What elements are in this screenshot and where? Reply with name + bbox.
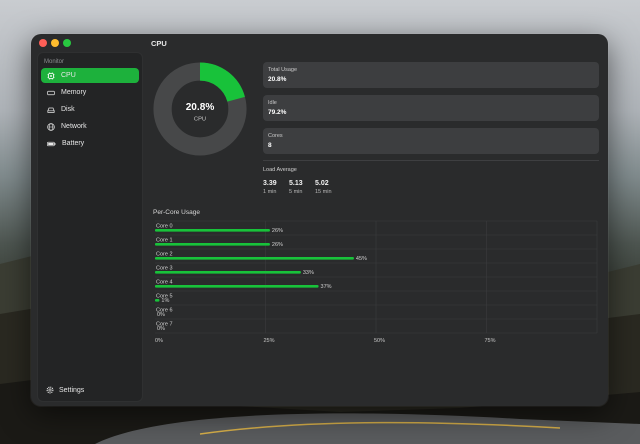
core-value-label: 0% (157, 326, 165, 332)
load-label: 5 min (289, 189, 303, 195)
stat-card-cores: Cores 8 (263, 128, 599, 154)
window-title: CPU (151, 39, 167, 48)
divider (263, 160, 599, 161)
sidebar-item-label: Battery (62, 140, 85, 147)
per-core-title: Per-Core Usage (153, 209, 200, 216)
sidebar-item-label: Memory (61, 89, 87, 96)
sidebar-item-cpu[interactable]: CPU (41, 68, 139, 83)
stat-label: Cores (268, 133, 283, 139)
core-label: Core 1 (156, 238, 173, 244)
stat-value: 79.2% (268, 109, 287, 116)
sidebar-item-disk[interactable]: Disk (41, 102, 139, 117)
load-average-title: Load Average (263, 167, 297, 173)
core-value-label: 26% (272, 242, 283, 248)
maximize-window-button[interactable] (63, 39, 71, 47)
core-label: Core 4 (156, 280, 173, 286)
close-window-button[interactable] (39, 39, 47, 47)
title-bar: CPU (31, 34, 608, 52)
gauge-arc (199, 62, 245, 103)
battery-icon (47, 141, 56, 146)
main-content: 20.8% CPU Total Usage 20.8% Idle 79.2% C… (147, 52, 608, 406)
settings-label: Settings (59, 386, 85, 394)
core-bar (155, 285, 319, 288)
stat-value: 20.8% (268, 76, 287, 83)
core-label: Core 3 (156, 266, 173, 272)
sidebar-item-battery[interactable]: Battery (41, 136, 139, 151)
settings-button[interactable]: Settings (46, 386, 84, 394)
load-value: 5.02 (315, 180, 329, 187)
gauge-value: 20.8% (186, 102, 215, 113)
stat-card-idle: Idle 79.2% (263, 95, 599, 121)
app-window: CPU Monitor CPU Memory Disk Network Batt… (31, 34, 608, 406)
load-average-1min: 3.39 1 min (263, 180, 277, 195)
cpu-usage-gauge: 20.8% CPU (153, 62, 247, 156)
core-bar (155, 271, 301, 274)
axis-tick-label: 50% (374, 338, 385, 344)
sidebar-item-network[interactable]: Network (41, 119, 139, 134)
sidebar-item-label: CPU (61, 72, 76, 79)
core-value-label: 45% (356, 256, 367, 262)
core-value-label: 1% (161, 298, 169, 304)
stat-value: 8 (268, 142, 272, 149)
core-label: Core 0 (156, 224, 173, 230)
gauge-label: CPU (194, 117, 206, 123)
stat-label: Total Usage (268, 67, 298, 73)
load-label: 1 min (263, 189, 277, 195)
core-bar (155, 299, 160, 302)
core-bar (155, 229, 270, 232)
axis-tick-label: 75% (485, 338, 496, 344)
core-value-label: 33% (303, 270, 314, 276)
sidebar-item-label: Disk (61, 106, 75, 113)
core-value-label: 26% (272, 228, 283, 234)
disk-icon (47, 107, 55, 113)
stat-card-total-usage: Total Usage 20.8% (263, 62, 599, 88)
axis-tick-label: 25% (264, 338, 275, 344)
load-value: 3.39 (263, 180, 277, 187)
core-bar (155, 257, 354, 260)
minimize-window-button[interactable] (51, 39, 59, 47)
core-value-label: 0% (157, 312, 165, 318)
core-bar (155, 243, 270, 246)
axis-tick-label: 0% (155, 338, 163, 344)
load-label: 15 min (315, 189, 332, 195)
load-value: 5.13 (289, 180, 303, 187)
core-label: Core 2 (156, 252, 173, 258)
per-core-chart: Core 0 26% Core 1 26% Core 2 45% Core 3 33% Core… (155, 220, 598, 344)
sidebar-item-memory[interactable]: Memory (41, 85, 139, 100)
core-value-label: 37% (321, 284, 332, 290)
memory-icon (47, 90, 55, 95)
load-average-15min: 5.02 15 min (315, 180, 332, 195)
globe-icon (47, 122, 55, 131)
sidebar-item-label: Network (61, 123, 87, 130)
load-average-5min: 5.13 5 min (289, 180, 303, 195)
sidebar: Monitor CPU Memory Disk Network Battery … (37, 52, 143, 402)
stat-label: Idle (268, 100, 277, 106)
gear-icon (46, 386, 54, 394)
sidebar-section-title: Monitor (44, 59, 65, 65)
cpu-icon (47, 71, 55, 80)
